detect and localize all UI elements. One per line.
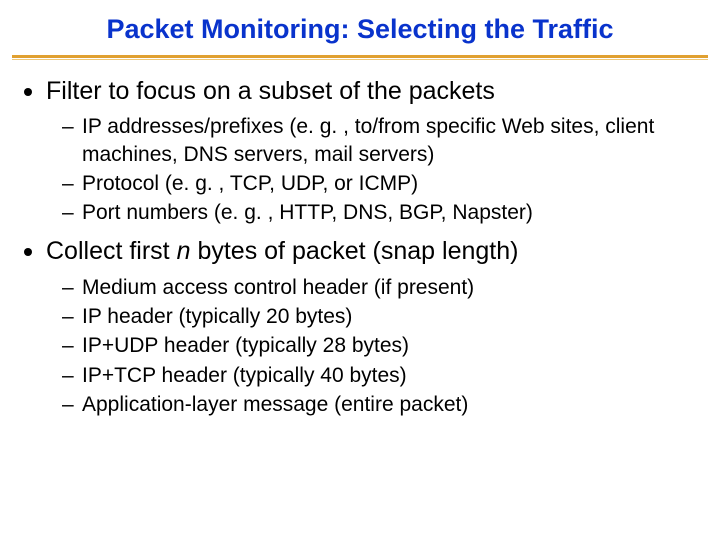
list-item: – IP+UDP header (typically 28 bytes) — [62, 332, 698, 359]
bullet-icon — [24, 88, 32, 96]
sub-bullet-text: Protocol (e. g. , TCP, UDP, or ICMP) — [82, 170, 418, 197]
bullet-text: Filter to focus on a subset of the packe… — [46, 77, 495, 105]
sub-bullet-text: IP addresses/prefixes (e. g. , to/from s… — [82, 113, 698, 168]
sub-list: – IP addresses/prefixes (e. g. , to/from… — [62, 113, 698, 226]
dash-icon: – — [62, 332, 74, 359]
list-item: – IP addresses/prefixes (e. g. , to/from… — [62, 113, 698, 168]
list-item: – Medium access control header (if prese… — [62, 274, 698, 301]
bullet-text: bytes of packet (snap length) — [191, 237, 519, 265]
list-item: – IP header (typically 20 bytes) — [62, 303, 698, 330]
sub-bullet-text: IP+UDP header (typically 28 bytes) — [82, 332, 409, 359]
list-item: – Port numbers (e. g. , HTTP, DNS, BGP, … — [62, 199, 698, 226]
dash-icon: – — [62, 303, 74, 330]
dash-icon: – — [62, 199, 74, 226]
sub-bullet-text: Port numbers (e. g. , HTTP, DNS, BGP, Na… — [82, 199, 533, 226]
dash-icon: – — [62, 362, 74, 389]
dash-icon: – — [62, 170, 74, 197]
sub-bullet-text: IP header (typically 20 bytes) — [82, 303, 352, 330]
bullet-text-italic: n — [177, 237, 191, 265]
bullet-icon — [24, 248, 32, 256]
sub-list: – Medium access control header (if prese… — [62, 274, 698, 418]
dash-icon: – — [62, 113, 74, 140]
dash-icon: – — [62, 274, 74, 301]
slide-content: Filter to focus on a subset of the packe… — [22, 76, 698, 418]
list-item: – Protocol (e. g. , TCP, UDP, or ICMP) — [62, 170, 698, 197]
sub-bullet-text: IP+TCP header (typically 40 bytes) — [82, 362, 407, 389]
list-item: – IP+TCP header (typically 40 bytes) — [62, 362, 698, 389]
list-item: Filter to focus on a subset of the packe… — [24, 76, 698, 107]
title-underline — [12, 55, 708, 60]
bullet-text: Collect first — [46, 237, 177, 265]
sub-bullet-text: Application-layer message (entire packet… — [82, 391, 468, 418]
slide-title: Packet Monitoring: Selecting the Traffic — [22, 10, 698, 53]
list-item: – Application-layer message (entire pack… — [62, 391, 698, 418]
dash-icon: – — [62, 391, 74, 418]
list-item: Collect first n bytes of packet (snap le… — [24, 236, 698, 267]
sub-bullet-text: Medium access control header (if present… — [82, 274, 474, 301]
